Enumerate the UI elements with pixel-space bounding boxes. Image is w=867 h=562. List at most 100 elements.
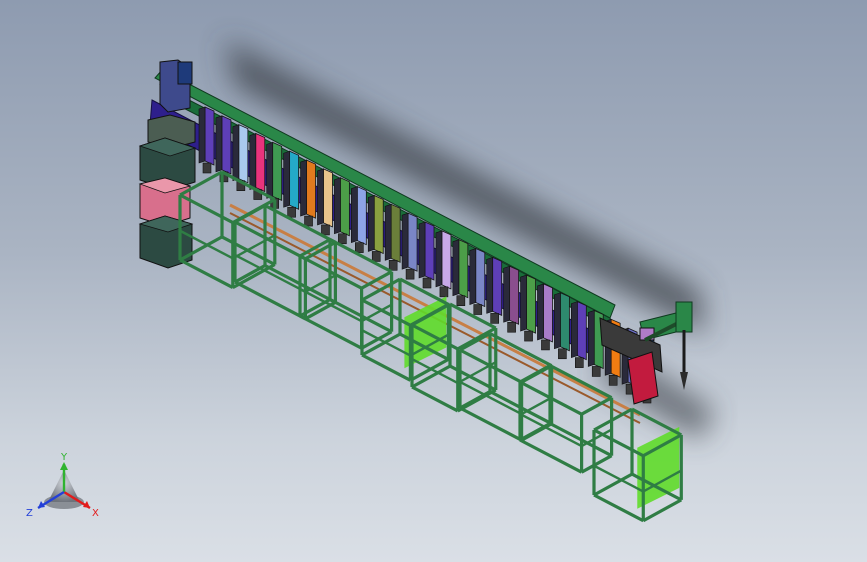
station-foot — [355, 242, 364, 253]
station-foot — [558, 348, 567, 360]
station-panel — [272, 141, 283, 202]
station-foot — [524, 330, 533, 342]
station-panel — [407, 212, 418, 272]
view-orientation-triad[interactable]: X Y Z — [26, 452, 99, 519]
station-module[interactable] — [571, 300, 587, 368]
station-panel — [373, 194, 384, 255]
frame-beam-bottom — [580, 454, 613, 474]
station-panel — [559, 292, 570, 352]
station-panel — [339, 177, 350, 237]
station-panel — [323, 168, 333, 228]
station-module[interactable] — [520, 274, 536, 342]
frame-beam-bottom — [179, 258, 234, 290]
station-side — [367, 195, 375, 252]
station-side — [469, 248, 477, 305]
station-module[interactable] — [351, 185, 367, 253]
frame-beam-bottom — [642, 498, 683, 523]
station-foot — [287, 206, 296, 218]
station-foot — [338, 233, 347, 245]
station-module[interactable] — [317, 168, 333, 236]
frame-crossbar — [593, 464, 644, 493]
station-side — [215, 115, 223, 173]
cad-viewport[interactable]: X Y Z — [0, 0, 867, 562]
station-side — [384, 203, 392, 261]
station-panel — [306, 159, 316, 219]
y-axis-label: Y — [60, 452, 68, 463]
station-foot — [371, 251, 381, 262]
station-module[interactable] — [367, 194, 384, 262]
station-foot — [608, 375, 618, 386]
station-module[interactable] — [486, 256, 503, 324]
station-panel — [204, 106, 215, 166]
frame-beam-bottom — [299, 314, 363, 350]
station-module[interactable] — [300, 159, 316, 227]
frame-beam-bottom — [519, 438, 583, 474]
station-panel — [255, 132, 266, 193]
station-foot — [422, 277, 432, 289]
station-panel — [543, 283, 553, 343]
station-module[interactable] — [401, 212, 418, 280]
station-module[interactable] — [418, 221, 435, 289]
station-side — [266, 141, 273, 199]
station-side — [249, 133, 257, 190]
station-panel — [424, 221, 435, 281]
support-frame[interactable] — [592, 407, 683, 523]
station-side — [537, 283, 544, 341]
assembly-canvas[interactable]: X Y Z — [0, 0, 867, 562]
station-module[interactable] — [554, 292, 570, 360]
station-module[interactable] — [283, 150, 300, 218]
frame-beam-top — [459, 332, 491, 352]
x-axis-label: X — [92, 508, 99, 519]
station-foot — [439, 286, 449, 298]
station-foot — [507, 321, 516, 333]
station-panel — [492, 256, 503, 317]
station-foot — [405, 268, 415, 280]
station-panel — [576, 300, 587, 361]
station-side — [435, 230, 443, 288]
station-module[interactable] — [537, 283, 553, 351]
station-foot — [202, 162, 212, 174]
station-side — [232, 124, 240, 182]
frame-beam-bottom — [593, 472, 633, 497]
control-cabinet-bottom — [138, 215, 194, 269]
station-panel — [509, 265, 520, 325]
station-foot — [473, 304, 483, 315]
station-side — [283, 150, 290, 208]
frame-beam-top — [234, 220, 307, 261]
frame-crossbar — [521, 396, 553, 416]
station-side — [401, 212, 409, 270]
station-module[interactable] — [334, 177, 350, 245]
frame-beam-bottom — [459, 406, 523, 442]
station-module[interactable] — [198, 106, 215, 174]
station-foot — [541, 339, 550, 351]
frame-beam-bottom — [361, 353, 412, 382]
station-side — [317, 168, 324, 226]
station-foot — [321, 224, 330, 236]
station-panel — [289, 150, 300, 210]
frame-beam-bottom — [411, 385, 459, 413]
station-side — [351, 186, 358, 244]
z-axis-label: Z — [26, 508, 33, 519]
support-frame[interactable] — [518, 364, 614, 474]
station-module[interactable] — [469, 247, 486, 315]
station-side — [300, 159, 307, 217]
station-side — [571, 301, 578, 359]
station-panel — [526, 274, 536, 334]
station-foot — [388, 260, 398, 271]
station-panel — [221, 115, 232, 175]
station-module[interactable] — [452, 239, 469, 306]
station-side — [452, 239, 460, 297]
station-panel — [238, 124, 249, 184]
station-foot — [591, 366, 601, 377]
station-side — [334, 177, 341, 235]
station-side — [520, 274, 527, 332]
station-panel — [356, 185, 367, 246]
station-side — [554, 292, 561, 350]
station-panel — [441, 230, 452, 290]
station-module[interactable] — [503, 265, 520, 333]
station-module[interactable] — [435, 230, 452, 298]
station-module[interactable] — [384, 203, 401, 271]
station-side — [486, 256, 493, 314]
station-foot — [304, 215, 313, 227]
frame-beam-bottom — [593, 493, 645, 523]
